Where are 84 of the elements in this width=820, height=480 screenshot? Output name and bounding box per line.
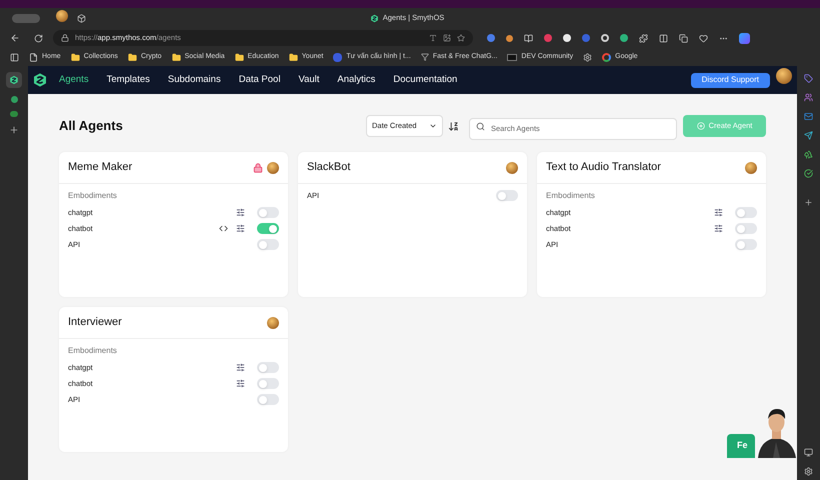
avatar-icon xyxy=(267,316,279,328)
split-view-icon[interactable] xyxy=(659,34,668,42)
toggle-switch[interactable] xyxy=(496,190,518,201)
extension-icon[interactable] xyxy=(620,34,628,42)
agent-name: Interviewer xyxy=(68,315,122,330)
extension-icon[interactable] xyxy=(506,34,513,42)
settings-icon[interactable] xyxy=(804,467,813,476)
app-icon[interactable] xyxy=(6,72,22,88)
tab-logo-icon xyxy=(370,14,379,22)
search-icon xyxy=(476,122,485,130)
mail-icon[interactable] xyxy=(804,112,813,121)
add-icon[interactable] xyxy=(9,125,19,135)
favorite-icon[interactable] xyxy=(457,34,465,42)
nav-link[interactable]: Agents xyxy=(59,72,89,88)
toggle-switch[interactable] xyxy=(257,223,279,234)
logo-icon xyxy=(9,75,19,85)
agent-name: SlackBot xyxy=(307,160,350,176)
settings-icon[interactable] xyxy=(236,379,245,388)
section-label: Embodiments xyxy=(68,345,118,357)
cube-icon[interactable] xyxy=(77,14,86,22)
settings-icon[interactable] xyxy=(714,208,723,217)
chevron-down-icon xyxy=(429,122,437,130)
agent-name: Text to Audio Translator xyxy=(546,160,661,176)
avatar-icon xyxy=(267,162,279,174)
nav-link[interactable]: Templates xyxy=(106,72,150,88)
section-label: Embodiments xyxy=(68,190,118,202)
app-icon[interactable] xyxy=(10,96,18,103)
settings-icon[interactable] xyxy=(236,224,245,233)
nav-link[interactable]: Documentation xyxy=(393,72,458,88)
add-icon[interactable] xyxy=(804,198,813,207)
people-icon[interactable] xyxy=(804,93,813,102)
code-icon[interactable] xyxy=(219,224,228,233)
section-label: Embodiments xyxy=(546,190,596,202)
avatar-icon xyxy=(506,162,518,174)
folder-icon xyxy=(128,52,137,62)
avatar-icon xyxy=(776,68,792,84)
nav-link[interactable]: Vault xyxy=(298,72,320,88)
toggle-switch[interactable] xyxy=(257,394,279,405)
agent-name: Meme Maker xyxy=(68,160,132,176)
settings-icon[interactable] xyxy=(583,52,592,62)
brand-logo-icon xyxy=(32,72,48,88)
sidebar-icon[interactable] xyxy=(10,52,19,62)
folder-icon xyxy=(234,52,244,62)
tree-icon[interactable] xyxy=(804,150,813,159)
folder-icon xyxy=(70,52,80,62)
toggle-switch[interactable] xyxy=(257,239,279,250)
google-icon xyxy=(602,52,612,62)
collections-icon[interactable] xyxy=(679,34,688,42)
media-icon[interactable] xyxy=(443,34,451,42)
page-icon xyxy=(29,52,38,62)
tag-icon[interactable] xyxy=(804,74,813,83)
avatar-icon xyxy=(56,10,68,22)
check-icon[interactable] xyxy=(804,169,813,178)
extensions-icon[interactable] xyxy=(639,34,648,42)
filter-icon xyxy=(420,53,429,61)
toggle-switch[interactable] xyxy=(257,207,279,218)
back-icon[interactable] xyxy=(10,33,20,43)
lock-icon xyxy=(61,34,69,42)
settings-icon[interactable] xyxy=(714,224,723,233)
discord-support-button[interactable]: Discord Support xyxy=(690,72,770,88)
sort-order-icon[interactable] xyxy=(448,120,459,132)
extension-icon[interactable] xyxy=(563,34,571,42)
copilot-icon[interactable] xyxy=(739,32,750,44)
reload-icon[interactable] xyxy=(34,34,43,42)
settings-icon[interactable] xyxy=(236,363,245,372)
toggle-switch[interactable] xyxy=(735,223,757,234)
nav-link[interactable]: Subdomains xyxy=(168,72,221,88)
folder-icon xyxy=(288,52,298,62)
extension-icon[interactable] xyxy=(601,34,609,42)
toggle-switch[interactable] xyxy=(735,207,757,218)
toggle-switch[interactable] xyxy=(735,239,757,250)
toggle-switch[interactable] xyxy=(257,378,279,389)
avatar-icon xyxy=(745,162,757,174)
screen-icon[interactable] xyxy=(804,448,813,457)
site-icon xyxy=(333,52,342,62)
plus-circle-icon xyxy=(696,122,705,130)
folder-icon xyxy=(172,52,181,62)
dev-icon xyxy=(507,54,518,60)
page-title: All Agents xyxy=(59,117,123,136)
nav-link[interactable]: Data Pool xyxy=(238,72,280,88)
nav-link[interactable]: Analytics xyxy=(337,72,376,88)
toggle-switch[interactable] xyxy=(257,362,279,373)
send-icon[interactable] xyxy=(804,131,813,140)
settings-icon[interactable] xyxy=(236,208,245,217)
